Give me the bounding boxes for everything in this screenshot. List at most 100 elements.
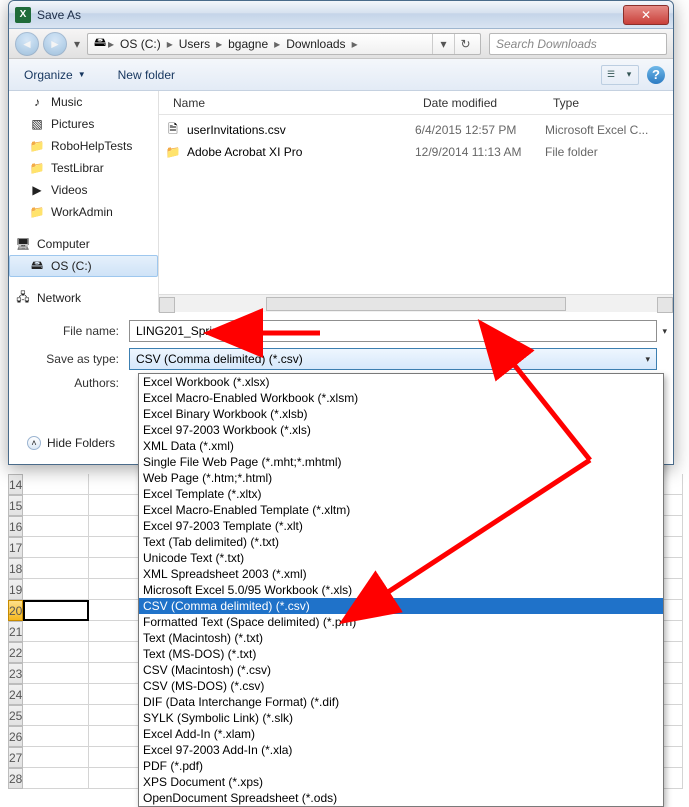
row-header[interactable]: 25 bbox=[8, 705, 23, 726]
search-input[interactable]: Search Downloads bbox=[489, 33, 667, 55]
forward-button[interactable]: ► bbox=[43, 32, 67, 56]
row-header[interactable]: 20 bbox=[8, 600, 23, 621]
row-header[interactable]: 24 bbox=[8, 684, 23, 705]
dropdown-option[interactable]: Excel Workbook (*.xlsx) bbox=[139, 374, 663, 390]
view-options-button[interactable]: ☰▾ bbox=[601, 65, 639, 85]
dropdown-option[interactable]: Microsoft Excel 5.0/95 Workbook (*.xls) bbox=[139, 582, 663, 598]
back-button[interactable]: ◄ bbox=[15, 32, 39, 56]
dropdown-option[interactable]: Text (Tab delimited) (*.txt) bbox=[139, 534, 663, 550]
breadcrumb-dropdown[interactable]: ▾ bbox=[432, 34, 454, 54]
cell[interactable] bbox=[23, 747, 89, 768]
dropdown-option[interactable]: Excel Macro-Enabled Workbook (*.xlsm) bbox=[139, 390, 663, 406]
dropdown-option[interactable]: Formatted Text (Space delimited) (*.prn) bbox=[139, 614, 663, 630]
row-header[interactable]: 28 bbox=[8, 768, 23, 789]
dropdown-option[interactable]: Single File Web Page (*.mht;*.mhtml) bbox=[139, 454, 663, 470]
row-header[interactable]: 16 bbox=[8, 516, 23, 537]
dropdown-option[interactable]: PDF (*.pdf) bbox=[139, 758, 663, 774]
dropdown-option[interactable]: OpenDocument Spreadsheet (*.ods) bbox=[139, 790, 663, 806]
col-date[interactable]: Date modified bbox=[415, 96, 545, 110]
dropdown-option[interactable]: Excel 97-2003 Add-In (*.xla) bbox=[139, 742, 663, 758]
file-row[interactable]: 📁Adobe Acrobat XI Pro12/9/2014 11:13 AMF… bbox=[159, 141, 673, 163]
dropdown-option[interactable]: Excel Add-In (*.xlam) bbox=[139, 726, 663, 742]
sidebar-item-label: RoboHelpTests bbox=[51, 139, 132, 153]
dropdown-option[interactable]: Excel Template (*.xltx) bbox=[139, 486, 663, 502]
dropdown-option[interactable]: Web Page (*.htm;*.html) bbox=[139, 470, 663, 486]
dropdown-option[interactable]: XML Spreadsheet 2003 (*.xml) bbox=[139, 566, 663, 582]
cell[interactable] bbox=[23, 516, 89, 537]
row-header[interactable]: 23 bbox=[8, 663, 23, 684]
row-header[interactable]: 19 bbox=[8, 579, 23, 600]
cell[interactable] bbox=[23, 684, 89, 705]
file-header[interactable]: Name Date modified Type bbox=[159, 91, 673, 115]
dropdown-option[interactable]: Excel 97-2003 Template (*.xlt) bbox=[139, 518, 663, 534]
saveastype-combo[interactable]: CSV (Comma delimited) (*.csv)▾ bbox=[129, 348, 657, 370]
file-row[interactable]: 🗎userInvitations.csv6/4/2015 12:57 PMMic… bbox=[159, 119, 673, 141]
new-folder-button[interactable]: New folder bbox=[111, 65, 182, 85]
help-button[interactable]: ? bbox=[647, 66, 665, 84]
row-header[interactable]: 27 bbox=[8, 747, 23, 768]
organize-button[interactable]: Organize▼ bbox=[17, 65, 93, 85]
dropdown-option[interactable]: XML Data (*.xml) bbox=[139, 438, 663, 454]
sidebar-item[interactable]: 📁TestLibrar bbox=[9, 157, 158, 179]
col-type[interactable]: Type bbox=[545, 96, 673, 110]
filename-input[interactable]: LING201_Spring2015▾ bbox=[129, 320, 657, 342]
sidebar-item[interactable]: 📁WorkAdmin bbox=[9, 201, 158, 223]
cell[interactable] bbox=[23, 579, 89, 600]
cell[interactable] bbox=[23, 642, 89, 663]
cell[interactable] bbox=[23, 600, 89, 621]
cell[interactable] bbox=[23, 495, 89, 516]
sidebar-osc[interactable]: 🖴OS (C:) bbox=[9, 255, 158, 277]
row-header[interactable]: 26 bbox=[8, 726, 23, 747]
dropdown-option[interactable]: Text (MS-DOS) (*.txt) bbox=[139, 646, 663, 662]
dropdown-option[interactable]: DIF (Data Interchange Format) (*.dif) bbox=[139, 694, 663, 710]
row-header[interactable]: 21 bbox=[8, 621, 23, 642]
dropdown-option[interactable]: Text (Macintosh) (*.txt) bbox=[139, 630, 663, 646]
cell[interactable] bbox=[23, 474, 89, 495]
hide-folders-button[interactable]: ˄ Hide Folders bbox=[27, 436, 115, 450]
cell[interactable] bbox=[23, 705, 89, 726]
cell[interactable] bbox=[23, 558, 89, 579]
col-name[interactable]: Name bbox=[165, 96, 415, 110]
sidebar-item-label: WorkAdmin bbox=[51, 205, 113, 219]
row-header[interactable]: 17 bbox=[8, 537, 23, 558]
cell[interactable] bbox=[23, 537, 89, 558]
row-header[interactable]: 18 bbox=[8, 558, 23, 579]
dropdown-option[interactable]: SYLK (Symbolic Link) (*.slk) bbox=[139, 710, 663, 726]
chevron-down-icon[interactable]: ▾ bbox=[662, 326, 667, 337]
sidebar-item[interactable]: ♪Music bbox=[9, 91, 158, 113]
row-header[interactable]: 14 bbox=[8, 474, 23, 495]
sidebar[interactable]: ♪Music▧Pictures📁RoboHelpTests📁TestLibrar… bbox=[9, 91, 159, 312]
dropdown-option[interactable]: CSV (Macintosh) (*.csv) bbox=[139, 662, 663, 678]
sidebar-item[interactable]: ▶Videos bbox=[9, 179, 158, 201]
crumb-downloads[interactable]: Downloads bbox=[280, 34, 351, 54]
dropdown-option[interactable]: Unicode Text (*.txt) bbox=[139, 550, 663, 566]
crumb-users[interactable]: Users bbox=[173, 34, 216, 54]
dropdown-option[interactable]: Excel 97-2003 Workbook (*.xls) bbox=[139, 422, 663, 438]
breadcrumb[interactable]: 🖴 ▸ OS (C:) ▸ Users ▸ bgagne ▸ Downloads… bbox=[87, 33, 481, 55]
dropdown-option[interactable]: CSV (MS-DOS) (*.csv) bbox=[139, 678, 663, 694]
row-header[interactable]: 15 bbox=[8, 495, 23, 516]
close-button[interactable]: ✕ bbox=[623, 5, 669, 25]
row-header[interactable]: 22 bbox=[8, 642, 23, 663]
saveastype-dropdown[interactable]: Excel Workbook (*.xlsx)Excel Macro-Enabl… bbox=[138, 373, 664, 807]
nav-history-dropdown[interactable]: ▾ bbox=[71, 33, 83, 55]
sidebar-network[interactable]: 🖧Network bbox=[9, 287, 158, 309]
folder-icon: ▧ bbox=[29, 116, 45, 132]
refresh-button[interactable]: ↻ bbox=[454, 34, 476, 54]
cell[interactable] bbox=[23, 621, 89, 642]
dropdown-option[interactable]: Excel Macro-Enabled Template (*.xltm) bbox=[139, 502, 663, 518]
sidebar-computer[interactable]: 🖥Computer bbox=[9, 233, 158, 255]
cell[interactable] bbox=[23, 768, 89, 789]
scroll-thumb[interactable] bbox=[266, 297, 566, 311]
dropdown-option[interactable]: XPS Document (*.xps) bbox=[139, 774, 663, 790]
cell[interactable] bbox=[23, 663, 89, 684]
crumb-os[interactable]: OS (C:) bbox=[114, 34, 167, 54]
crumb-bgagne[interactable]: bgagne bbox=[222, 34, 274, 54]
sidebar-item[interactable]: 📁RoboHelpTests bbox=[9, 135, 158, 157]
dropdown-option[interactable]: Excel Binary Workbook (*.xlsb) bbox=[139, 406, 663, 422]
h-scrollbar[interactable] bbox=[159, 294, 673, 312]
dropdown-option[interactable]: CSV (Comma delimited) (*.csv) bbox=[139, 598, 663, 614]
file-list[interactable]: 🗎userInvitations.csv6/4/2015 12:57 PMMic… bbox=[159, 115, 673, 294]
sidebar-item[interactable]: ▧Pictures bbox=[9, 113, 158, 135]
cell[interactable] bbox=[23, 726, 89, 747]
